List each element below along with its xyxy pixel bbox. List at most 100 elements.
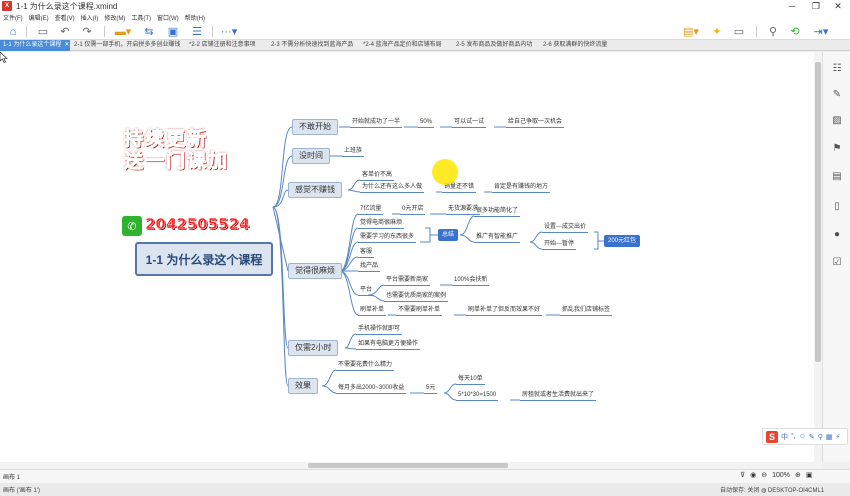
share-icon[interactable]: ⟲ — [788, 25, 802, 38]
branch-trouble[interactable]: 觉得很麻烦 — [288, 263, 342, 279]
ime-punctuation-toggle[interactable]: °, — [791, 433, 796, 440]
relationship-icon[interactable]: ⇆ — [142, 25, 156, 38]
ime-voice-icon[interactable]: ⚲ — [818, 433, 823, 441]
undo-icon[interactable]: ↶ — [58, 25, 72, 38]
tab-2-1[interactable]: 2-1 仅需一部手机，开启拼多多创业赚钱 — [71, 40, 183, 51]
autosave-status[interactable]: 自动保存: 关闭 — [720, 488, 759, 494]
topic-trouble-6[interactable]: 很多功能简化了 — [474, 206, 521, 217]
marker-flag-icon[interactable]: ⚑ — [831, 142, 843, 154]
vertical-scrollbar[interactable] — [814, 52, 822, 462]
topic-money-4[interactable]: 肯定是有赚钱的地方 — [492, 182, 551, 193]
horizontal-scrollbar[interactable] — [0, 462, 822, 469]
topic-trouble-12[interactable]: 找产品 — [358, 261, 381, 272]
topic-effect-6[interactable]: 房租就或者生活费就出来了 — [520, 390, 597, 401]
topic-money-2[interactable]: 为什么还有这么多人做 — [360, 182, 425, 193]
topic-trouble-9[interactable]: 开始---暂停 — [542, 239, 576, 250]
topic-trouble-8[interactable]: 设置---成交出价 — [542, 222, 588, 233]
mindmap-canvas[interactable]: 持续更新 送一门课加 ✆ 2042505524 1-1 为什么录这个课程 不敢开… — [0, 52, 822, 462]
sheet-tab[interactable]: 画布 1 — [3, 472, 20, 481]
summary-icon[interactable]: ☰ — [190, 25, 204, 38]
topic-summary[interactable]: 总结 — [438, 229, 459, 241]
task-icon[interactable]: ☑ — [831, 256, 843, 268]
outline-icon[interactable]: ☷ — [831, 62, 843, 74]
tab-2-2[interactable]: *2-2 店铺注册和注意事项 — [186, 40, 266, 51]
format-brush-icon[interactable]: ✎ — [831, 88, 843, 100]
menu-file[interactable]: 文件(F) — [0, 13, 26, 22]
menu-modify[interactable]: 修改(M) — [101, 13, 128, 22]
comments-icon[interactable]: ● — [831, 228, 843, 240]
topic-trouble-19[interactable]: 刷单补单了但反而效果不好 — [466, 305, 543, 316]
topic-effect-2[interactable]: 每月多出2000~3000收益 — [336, 383, 407, 394]
topic-trouble-13[interactable]: 平台 — [358, 285, 375, 296]
topic-trouble-14[interactable]: 平台需要新商家 — [384, 275, 431, 286]
topic-trouble-16[interactable]: 也需要优质商家的案例 — [384, 291, 449, 302]
branch-time[interactable]: 没时间 — [292, 148, 330, 164]
ime-emoji-icon[interactable]: ☺ — [799, 433, 806, 440]
topic-time-1[interactable]: 上班族 — [342, 146, 365, 157]
tab-2-4[interactable]: *2-4 蓝海产品定价和店铺布局 — [360, 40, 450, 51]
topic-effect-5[interactable]: 5*10*30=1500 — [456, 390, 499, 401]
zoom-value[interactable]: 100% — [772, 472, 790, 479]
close-tab-icon[interactable]: ✕ — [64, 42, 69, 48]
branch-hours[interactable]: 仅需2小时 — [288, 340, 339, 356]
zoom-out-icon[interactable]: ⊖ — [761, 471, 767, 479]
topic-hours-2[interactable]: 如果有电脑更方便操作 — [356, 339, 421, 350]
export-icon[interactable]: ⇥▾ — [810, 25, 832, 38]
tab-2-6[interactable]: 2-6 获取满群的快终流量 — [540, 40, 620, 51]
topic-red-packet[interactable]: 200元红包 — [604, 235, 641, 247]
topic-hours-1[interactable]: 手机操作就即可 — [356, 324, 403, 335]
vertical-scroll-thumb[interactable] — [815, 62, 821, 362]
menu-window[interactable]: 窗口(W) — [154, 13, 182, 22]
presentation-icon[interactable]: ▭ — [732, 25, 746, 38]
branch-money[interactable]: 感觉不赚钱 — [288, 182, 342, 198]
topic-start-3[interactable]: 可以试一试 — [452, 117, 487, 128]
ime-chinese-toggle[interactable]: 中 — [781, 432, 788, 442]
tab-2-3[interactable]: 2-3 不需分析快速找到蓝海产品 — [268, 40, 356, 51]
topic-trouble-7[interactable]: 推广有智能推广 — [474, 232, 521, 243]
topic-start-2[interactable]: 50% — [418, 117, 435, 128]
minimize-button[interactable]: ─ — [782, 0, 802, 12]
redo-icon[interactable]: ↷ — [80, 25, 94, 38]
topic-money-1[interactable]: 客单价不高 — [360, 170, 395, 181]
tab-2-5[interactable]: 2-5 发布商品及做好商品内功 — [453, 40, 537, 51]
menu-tools[interactable]: 工具(T) — [128, 13, 154, 22]
topic-trouble-15[interactable]: 100%会扶新 — [452, 275, 490, 286]
save-icon[interactable]: ▭ — [36, 25, 50, 38]
branch-effect[interactable]: 效果 — [288, 378, 318, 394]
sticker-icon[interactable]: ▤ — [831, 170, 843, 182]
topic-trouble-20[interactable]: 抓乱我们店铺标签 — [560, 305, 613, 316]
fit-icon[interactable]: ▣ — [806, 471, 813, 479]
menu-edit[interactable]: 编辑(E) — [26, 13, 52, 22]
marker-icon[interactable]: ▤▾ — [680, 25, 702, 38]
restore-button[interactable]: ❐ — [806, 0, 826, 12]
ime-keyboard-icon[interactable]: ▦ — [826, 433, 833, 441]
branch-start[interactable]: 不敢开始 — [292, 119, 338, 135]
more-icon[interactable]: ···▾ — [218, 25, 240, 38]
home-icon[interactable]: ⌂ — [6, 25, 20, 38]
close-button[interactable]: ✕ — [828, 0, 848, 12]
central-topic[interactable]: 1-1 为什么录这个课程 — [135, 242, 273, 276]
notes-icon[interactable]: ▯ — [831, 200, 843, 212]
eye-icon[interactable]: ◉ — [750, 471, 756, 479]
horizontal-scroll-thumb[interactable] — [308, 463, 508, 468]
topic-effect-3[interactable]: 5元 — [424, 383, 438, 394]
topic-trouble-5[interactable]: 需要学习的东西很多 — [358, 232, 417, 243]
folder-icon[interactable]: ▬▾ — [114, 25, 132, 38]
menu-help[interactable]: 帮助(H) — [182, 13, 208, 22]
topic-trouble-2[interactable]: 0元开店 — [400, 204, 426, 215]
topic-effect-1[interactable]: 不需要花费什么精力 — [336, 360, 395, 371]
tab-1-1[interactable]: 1-1 为什么录这个课程 ✕ — [0, 40, 70, 51]
ime-tools-icon[interactable]: ⚡ — [836, 433, 841, 441]
topic-effect-4[interactable]: 每天10单 — [456, 374, 485, 385]
idea-bulb-icon[interactable]: ✦ — [710, 25, 724, 38]
sogou-logo-icon[interactable]: S — [766, 430, 778, 443]
topic-trouble-11[interactable]: 客服 — [358, 247, 375, 258]
zoom-in-icon[interactable]: ⊕ — [795, 471, 801, 479]
topic-trouble-17[interactable]: 刷单补单 — [358, 305, 387, 316]
ime-handwrite-icon[interactable]: ✎ — [809, 433, 815, 441]
search-icon[interactable]: ⚲ — [766, 25, 780, 38]
menu-view[interactable]: 查看(V) — [52, 13, 78, 22]
topic-trouble-1[interactable]: 7亿流量 — [358, 204, 384, 215]
topic-trouble-4[interactable]: 觉得电商很麻烦 — [358, 218, 405, 229]
image-icon[interactable]: ▨ — [831, 114, 843, 126]
